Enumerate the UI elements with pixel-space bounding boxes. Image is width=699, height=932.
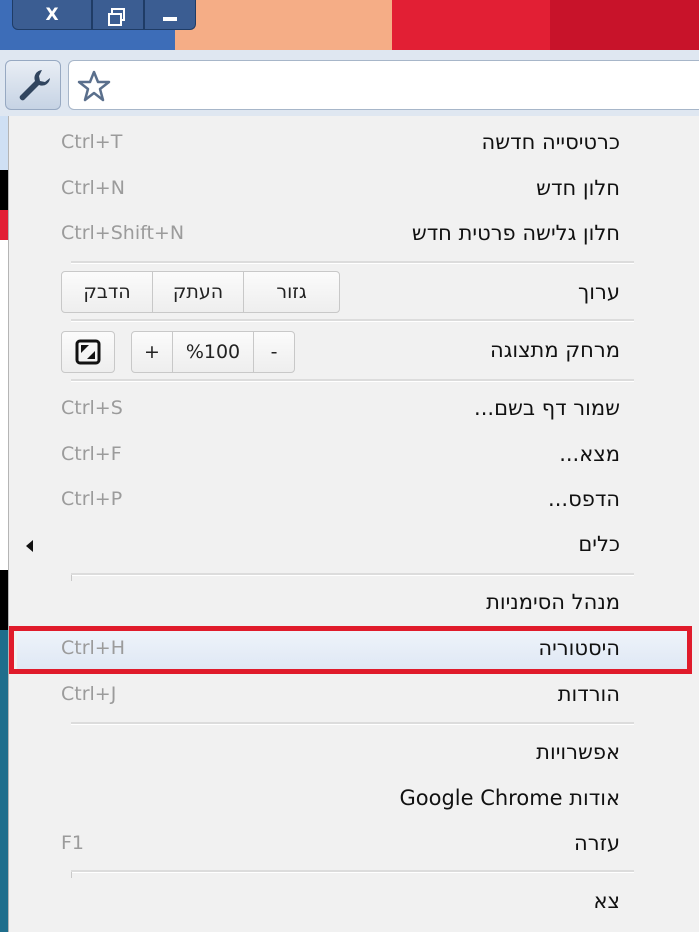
menu-separator xyxy=(71,261,634,264)
menu-item-help[interactable]: עזרה F1 xyxy=(9,821,699,865)
menu-item-label: שמור דף בשם... xyxy=(474,396,620,420)
close-window-button[interactable]: X xyxy=(12,0,92,30)
background-edge xyxy=(0,170,8,210)
fullscreen-icon xyxy=(75,339,101,365)
menu-item-bookmark-manager[interactable]: מנהל הסימניות xyxy=(9,580,699,624)
menu-item-shortcut: Ctrl+Shift+N xyxy=(61,222,185,244)
menu-item-label: מצא... xyxy=(559,442,620,466)
zoom-level-value: %100 xyxy=(172,332,253,372)
paste-button[interactable]: הדבק xyxy=(62,272,152,312)
menu-separator xyxy=(71,722,634,725)
menu-item-new-tab[interactable]: כרטיסייה חדשה Ctrl+T xyxy=(9,120,699,164)
menu-item-downloads[interactable]: הורדות Ctrl+J xyxy=(9,672,699,716)
background-edge xyxy=(0,240,8,570)
menu-item-label: כלים xyxy=(578,532,620,556)
title-bar-segment xyxy=(392,0,550,50)
menu-separator xyxy=(71,870,634,873)
menu-item-new-incognito-window[interactable]: חלון גלישה פרטית חדש Ctrl+Shift+N xyxy=(9,211,699,255)
window-controls: X xyxy=(12,0,196,30)
cut-button[interactable]: גזור xyxy=(243,272,339,312)
zoom-in-button[interactable]: + xyxy=(132,332,172,372)
wrench-dropdown-menu: כרטיסייה חדשה Ctrl+T חלון חדש Ctrl+N חלו… xyxy=(8,116,699,932)
background-edge xyxy=(0,570,8,630)
menu-item-shortcut: Ctrl+P xyxy=(61,488,123,510)
menu-separator xyxy=(71,319,634,322)
restore-icon xyxy=(108,8,125,26)
menu-item-options[interactable]: אפשרויות xyxy=(9,730,699,774)
menu-item-new-window[interactable]: חלון חדש Ctrl+N xyxy=(9,166,699,210)
separator-tick xyxy=(71,872,72,878)
edit-button-group: הדבק העתק גזור xyxy=(61,271,340,313)
title-bar-segment xyxy=(175,0,392,50)
star-icon[interactable] xyxy=(77,69,111,103)
menu-item-shortcut: Ctrl+S xyxy=(61,397,123,419)
menu-item-save-page[interactable]: שמור דף בשם... Ctrl+S xyxy=(9,386,699,430)
minimize-icon xyxy=(163,16,177,21)
copy-button[interactable]: העתק xyxy=(152,272,243,312)
menu-item-label: צא xyxy=(593,889,621,913)
menu-item-shortcut: Ctrl+F xyxy=(61,443,122,465)
menu-item-label: מרחק מתצוגה xyxy=(489,338,620,362)
menu-separator xyxy=(71,379,634,382)
window-title-strip: X xyxy=(0,0,699,50)
menu-item-find[interactable]: מצא... Ctrl+F xyxy=(9,432,699,476)
menu-item-label: הורדות xyxy=(557,682,620,706)
background-edge xyxy=(0,630,8,932)
menu-item-print[interactable]: הדפס... Ctrl+P xyxy=(9,477,699,521)
menu-item-shortcut: Ctrl+T xyxy=(61,131,123,153)
menu-item-about[interactable]: אודות Google Chrome xyxy=(9,776,699,820)
zoom-out-button[interactable]: - xyxy=(253,332,294,372)
menu-item-label: מנהל הסימניות xyxy=(486,590,620,614)
menu-item-shortcut: Ctrl+J xyxy=(61,683,117,705)
submenu-arrow-icon xyxy=(26,540,33,552)
close-icon: X xyxy=(45,4,59,25)
address-bar[interactable] xyxy=(68,60,699,110)
wrench-icon xyxy=(19,70,50,101)
menu-separator xyxy=(71,573,634,576)
title-bar-segment xyxy=(550,0,699,50)
menu-item-label: חלון גלישה פרטית חדש xyxy=(411,221,620,245)
menu-item-label: אפשרויות xyxy=(536,740,620,764)
menu-item-shortcut: Ctrl+N xyxy=(61,177,125,199)
menu-item-label: ערוך xyxy=(578,280,620,304)
menu-item-exit[interactable]: צא xyxy=(9,879,699,923)
menu-item-shortcut: F1 xyxy=(61,832,85,854)
wrench-menu-button[interactable] xyxy=(5,60,61,110)
menu-item-label: חלון חדש xyxy=(536,176,620,200)
fullscreen-button[interactable] xyxy=(61,331,115,373)
menu-item-label: אודות Google Chrome xyxy=(399,786,620,810)
menu-item-label: עזרה xyxy=(574,831,620,855)
menu-item-label: כרטיסייה חדשה xyxy=(481,130,620,154)
background-edge xyxy=(0,210,8,240)
minimize-window-button[interactable] xyxy=(144,0,196,30)
menu-item-tools[interactable]: כלים xyxy=(9,522,699,566)
history-highlight-box xyxy=(9,626,692,674)
browser-toolbar xyxy=(0,50,699,116)
menu-item-label: הדפס... xyxy=(548,487,620,511)
zoom-button-group: + %100 - xyxy=(131,331,295,373)
restore-window-button[interactable] xyxy=(92,0,144,30)
